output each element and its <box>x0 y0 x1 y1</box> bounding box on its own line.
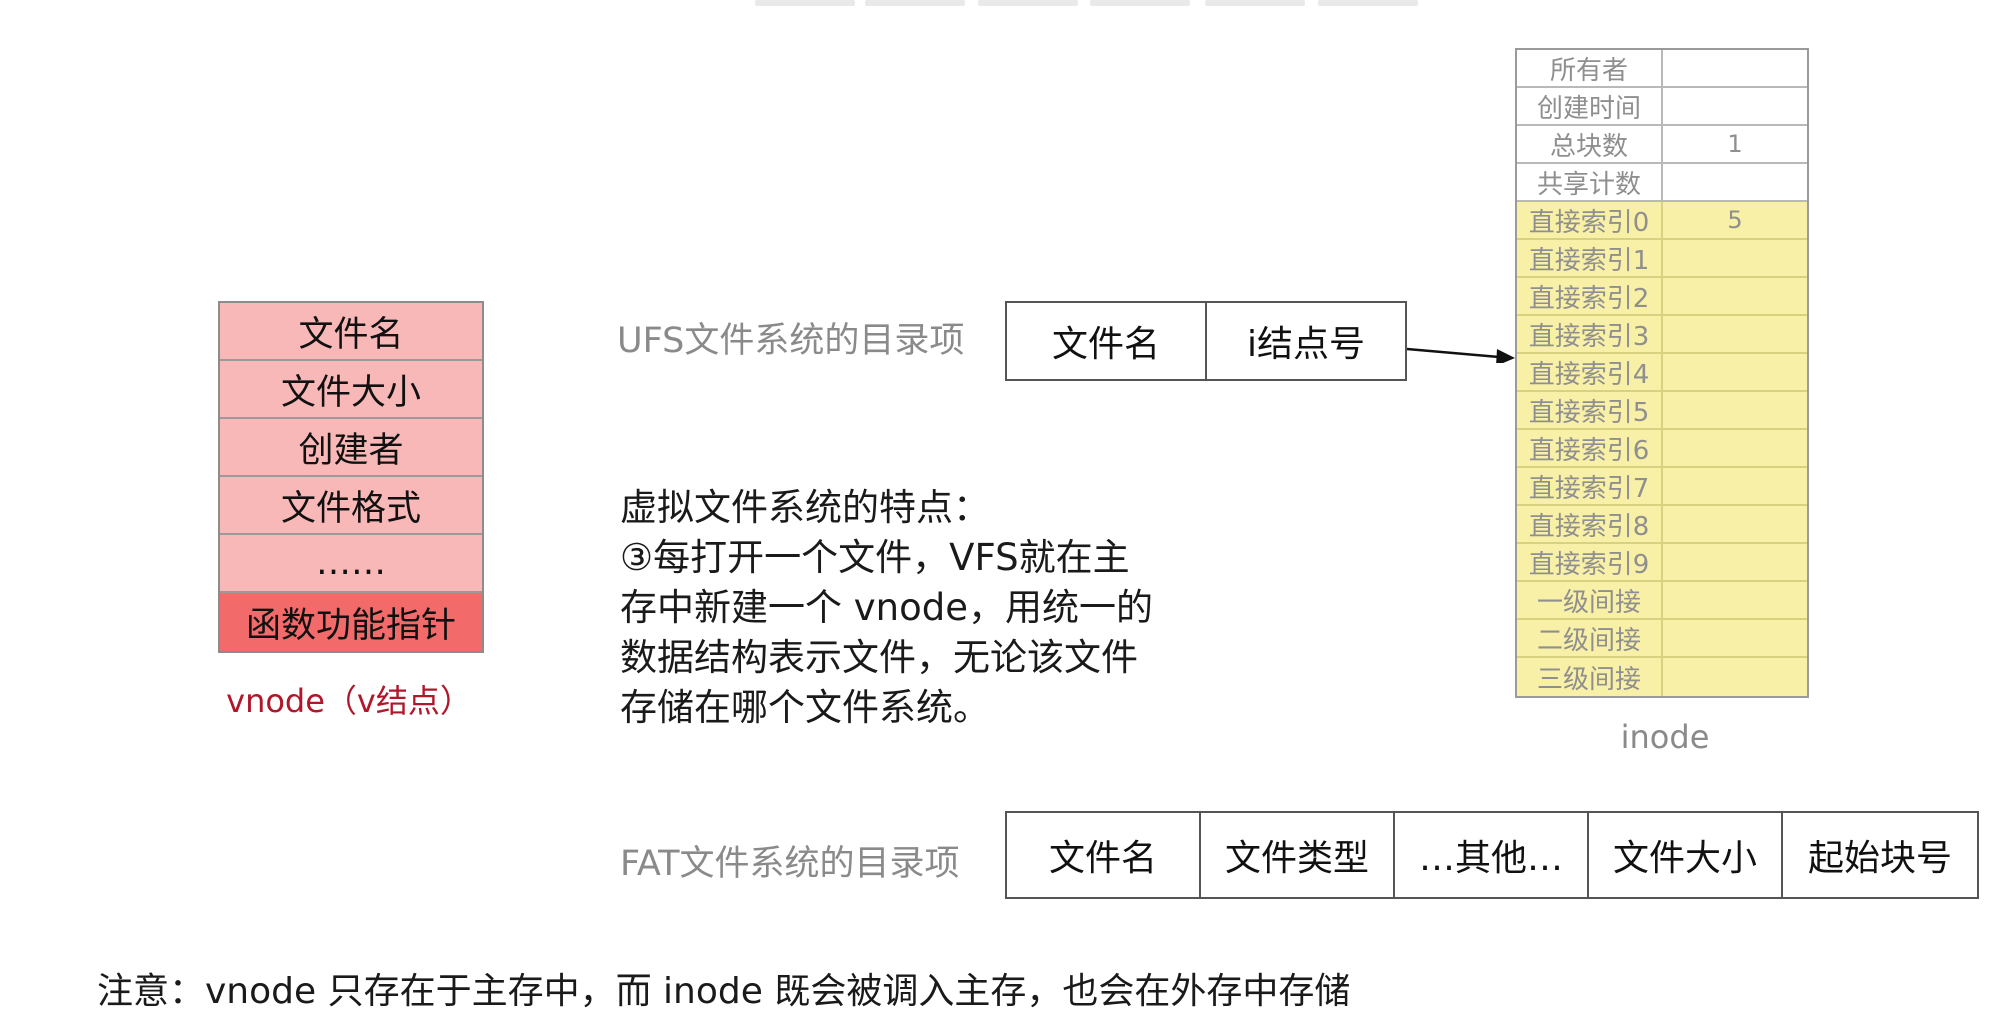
inode-row: 直接索引5 <box>1517 392 1807 430</box>
vnode-row: 文件格式 <box>220 477 482 535</box>
inode-key: 直接索引5 <box>1517 392 1663 428</box>
inode-key: 直接索引2 <box>1517 278 1663 314</box>
inode-row: 直接索引1 <box>1517 240 1807 278</box>
inode-key: 创建时间 <box>1517 88 1663 124</box>
features-line: 存储在哪个文件系统。 <box>620 686 990 729</box>
fat-cell-start-block: 起始块号 <box>1807 838 1952 879</box>
inode-value <box>1663 620 1807 656</box>
vnode-row: …… <box>220 535 482 593</box>
inode-value <box>1663 164 1807 200</box>
inode-row: 直接索引4 <box>1517 354 1807 392</box>
inode-value: 5 <box>1727 206 1743 234</box>
vnode-caption: vnode（v结点） <box>226 682 472 720</box>
inode-row: 总块数 1 <box>1517 126 1807 164</box>
note-text: 注意：vnode 只存在于主存中，而 inode 既会被调入主存，也会在外存中存… <box>97 971 1351 1012</box>
inode-value <box>1663 582 1807 618</box>
inode-value <box>1663 278 1807 314</box>
inode-key: 直接索引3 <box>1517 316 1663 352</box>
inode-row: 直接索引8 <box>1517 506 1807 544</box>
features-line: 虚拟文件系统的特点： <box>620 486 990 529</box>
inode-value <box>1663 240 1807 276</box>
inode-key: 总块数 <box>1517 126 1663 162</box>
inode-key: 直接索引1 <box>1517 240 1663 276</box>
inode-row: 直接索引0 5 <box>1517 202 1807 240</box>
inode-key: 直接索引4 <box>1517 354 1663 390</box>
fat-label: FAT文件系统的目录项 <box>620 844 960 884</box>
inode-key: 三级间接 <box>1517 658 1663 696</box>
fat-entry-table: 文件名 文件类型 …其他… 文件大小 起始块号 <box>1005 811 1979 899</box>
ufs-cell-filename: 文件名 <box>1007 303 1207 379</box>
inode-row: 一级间接 <box>1517 582 1807 620</box>
inode-value <box>1663 392 1807 428</box>
vnode-row: 创建者 <box>220 419 482 477</box>
features-line: 数据结构表示文件，无论该文件 <box>620 636 1138 679</box>
inode-key: 一级间接 <box>1517 582 1663 618</box>
inode-value: 1 <box>1727 130 1743 158</box>
vfs-features-text: 虚拟文件系统的特点： ③每打开一个文件，VFS就在主 存中新建一个 vnode，… <box>620 483 1220 733</box>
inode-table: 所有者 创建时间 总块数 1 共享计数 直接索引0 5 直接索引1 直接索引2 … <box>1515 48 1809 698</box>
pointer-arrow <box>1406 347 1515 363</box>
fat-cell-other: …其他… <box>1395 813 1589 897</box>
inode-row: 三级间接 <box>1517 658 1807 696</box>
inode-value <box>1663 658 1807 696</box>
inode-key: 直接索引8 <box>1517 506 1663 542</box>
top-bar-fragment <box>1090 0 1190 6</box>
inode-key: 二级间接 <box>1517 620 1663 656</box>
ufs-label: UFS文件系统的目录项 <box>617 321 965 361</box>
inode-caption: inode <box>1620 718 1710 756</box>
fat-cell-filesize: 文件大小 <box>1589 813 1783 897</box>
inode-key: 共享计数 <box>1517 164 1663 200</box>
inode-value <box>1663 430 1807 466</box>
inode-value <box>1663 506 1807 542</box>
inode-row: 创建时间 <box>1517 88 1807 126</box>
vnode-row: 文件名 <box>220 303 482 361</box>
inode-row: 所有者 <box>1517 50 1807 88</box>
inode-value <box>1663 88 1807 124</box>
inode-key: 所有者 <box>1517 50 1663 86</box>
inode-key: 直接索引0 <box>1517 202 1663 238</box>
inode-row: 直接索引6 <box>1517 430 1807 468</box>
vnode-row: 文件大小 <box>220 361 482 419</box>
fat-cell-filename: 文件名 <box>1007 813 1201 897</box>
inode-key: 直接索引7 <box>1517 468 1663 504</box>
features-line: 存中新建一个 vnode，用统一的 <box>620 586 1153 629</box>
inode-value <box>1663 468 1807 504</box>
inode-row: 直接索引9 <box>1517 544 1807 582</box>
inode-row: 二级间接 <box>1517 620 1807 658</box>
features-line: ③每打开一个文件，VFS就在主 <box>620 536 1130 579</box>
inode-value <box>1663 544 1807 580</box>
top-bar-fragment <box>865 0 965 6</box>
inode-key: 直接索引9 <box>1517 544 1663 580</box>
ufs-entry-table: 文件名 i结点号 <box>1005 301 1407 381</box>
inode-key: 直接索引6 <box>1517 430 1663 466</box>
top-bar-fragment <box>978 0 1078 6</box>
inode-row: 共享计数 <box>1517 164 1807 202</box>
inode-value <box>1663 50 1807 86</box>
top-bar-fragment <box>1205 0 1305 6</box>
top-bar-fragment <box>1318 0 1418 6</box>
vnode-table: 文件名 文件大小 创建者 文件格式 …… 函数功能指针 <box>218 301 484 653</box>
vnode-row-function-pointer: 函数功能指针 <box>220 593 482 651</box>
ufs-cell-inode-number: i结点号 <box>1246 324 1365 365</box>
inode-row: 直接索引3 <box>1517 316 1807 354</box>
top-bar-fragment <box>755 0 855 6</box>
inode-value <box>1663 316 1807 352</box>
fat-cell-filetype: 文件类型 <box>1201 813 1395 897</box>
inode-row: 直接索引2 <box>1517 278 1807 316</box>
inode-row: 直接索引7 <box>1517 468 1807 506</box>
inode-value <box>1663 354 1807 390</box>
